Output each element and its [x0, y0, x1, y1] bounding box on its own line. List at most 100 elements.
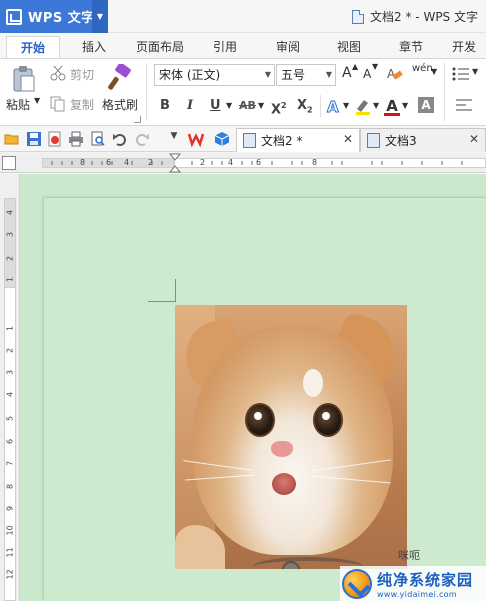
- font-size-select[interactable]: 五号 ▼: [276, 64, 336, 86]
- bullet-list-icon[interactable]: [452, 67, 470, 81]
- title-bar: WPS 文字 ▼ 文档2 * - WPS 文字: [0, 0, 486, 33]
- ruler-number: 4: [5, 391, 15, 398]
- strikethrough-button[interactable]: AB: [239, 95, 256, 117]
- document-icon: [243, 133, 256, 148]
- ruler-number: 5: [5, 415, 15, 422]
- highlight-icon[interactable]: [354, 97, 372, 115]
- format-painter-icon[interactable]: [107, 64, 133, 92]
- undo-icon[interactable]: [112, 131, 128, 147]
- subscript-button[interactable]: X2: [297, 95, 313, 117]
- chevron-down-icon[interactable]: ▼: [472, 67, 478, 76]
- document-area[interactable]: 4 3 2 1 1 2 3 4 5 6 7 8 9 10 11 12 咪呃: [0, 174, 486, 601]
- doc-tab-active[interactable]: 文档2 * ✕: [236, 128, 360, 152]
- site-logo-url: www.yidaimei.com: [377, 589, 457, 599]
- doc-tab-inactive[interactable]: 文档3 ✕: [360, 128, 486, 152]
- tab-stop-selector[interactable]: [2, 156, 16, 170]
- ruler-number: 1: [5, 325, 15, 332]
- quick-access-toolbar: ▼ 文档2 * ✕ 文档3 ✕: [0, 126, 486, 152]
- text-effect-icon[interactable]: A: [326, 98, 342, 114]
- site-logo-text: 纯净系统家园 www.yidaimei.com: [377, 569, 473, 599]
- char-shading-icon[interactable]: A: [418, 97, 434, 113]
- menu-bar: 开始 插入 页面布局 引用 审阅 视图 章节 开发工: [0, 33, 486, 76]
- picture-eye-right: [313, 403, 343, 437]
- doc-tab-label: 文档2 *: [261, 134, 303, 148]
- inserted-cat-picture[interactable]: [175, 305, 407, 569]
- ruler-number: 8: [5, 483, 15, 490]
- paste-icon[interactable]: [10, 65, 38, 93]
- copy-button[interactable]: 复制: [70, 96, 94, 113]
- chevron-down-icon[interactable]: ▼: [431, 67, 437, 76]
- phonetic-guide-button[interactable]: wén: [412, 63, 433, 74]
- clipboard-launcher-icon[interactable]: [134, 116, 141, 123]
- tab-view[interactable]: 视图: [331, 36, 367, 59]
- tab-insert[interactable]: 插入: [76, 36, 112, 59]
- close-icon[interactable]: ✕: [343, 132, 353, 146]
- tab-review[interactable]: 审阅: [270, 36, 306, 59]
- underline-button[interactable]: U: [210, 95, 221, 117]
- font-family-select[interactable]: 宋体 (正文) ▼: [154, 64, 275, 86]
- chevron-down-icon[interactable]: ▼: [373, 101, 379, 110]
- format-painter-button[interactable]: 格式刷: [102, 96, 138, 113]
- font-color-icon[interactable]: A: [384, 96, 400, 116]
- chevron-down-icon[interactable]: ▼: [92, 0, 108, 33]
- tab-references[interactable]: 引用: [207, 36, 243, 59]
- align-left-icon[interactable]: [456, 99, 472, 111]
- chevron-down-icon[interactable]: ▼: [258, 101, 264, 110]
- open-folder-icon[interactable]: [4, 131, 20, 147]
- print-icon[interactable]: [68, 131, 84, 147]
- superscript-exp: 2: [281, 101, 287, 110]
- ruler-number: 10: [5, 525, 15, 536]
- grow-arrow-icon: ▲: [352, 62, 359, 71]
- ruler-number: 12: [5, 569, 15, 580]
- picture-mouth: [272, 473, 296, 495]
- font-family-value: 宋体 (正文): [159, 68, 221, 82]
- tab-page-layout[interactable]: 页面布局: [130, 36, 190, 59]
- italic-button[interactable]: I: [187, 95, 193, 117]
- chevron-down-icon[interactable]: ▼: [402, 101, 408, 110]
- paste-dropdown-icon[interactable]: ▼: [34, 96, 40, 105]
- tab-developer[interactable]: 开发工: [446, 36, 486, 76]
- window-title: 文档2 * - WPS 文字: [352, 8, 478, 25]
- subscript-exp: 2: [307, 105, 313, 115]
- vertical-ruler[interactable]: 4 3 2 1 1 2 3 4 5 6 7 8 9 10 11 12: [0, 174, 20, 601]
- copy-icon: [50, 96, 66, 112]
- cut-button[interactable]: 剪切: [70, 66, 94, 83]
- print-preview-icon[interactable]: [90, 131, 106, 147]
- superscript-button[interactable]: X2: [271, 95, 287, 117]
- clear-format-icon[interactable]: A: [386, 65, 404, 83]
- customize-toolbar-icon[interactable]: ▼: [166, 131, 182, 147]
- horizontal-ruler[interactable]: 8 6 4 2 2 4 6 8: [0, 153, 486, 173]
- svg-text:A: A: [387, 67, 396, 81]
- redo-icon[interactable]: [134, 131, 150, 147]
- subscript-x: X: [297, 98, 308, 113]
- document-icon: [367, 133, 380, 148]
- ruler-number: 1: [5, 276, 15, 283]
- cube-icon[interactable]: [214, 131, 230, 147]
- bold-button[interactable]: B: [160, 95, 170, 117]
- shrink-font-button[interactable]: A: [363, 67, 371, 81]
- close-icon[interactable]: ✕: [469, 132, 479, 146]
- chevron-down-icon: ▼: [264, 70, 271, 79]
- picture-nose: [271, 441, 293, 457]
- document-icon: [352, 9, 365, 24]
- chevron-down-icon[interactable]: ▼: [226, 101, 232, 110]
- ribbon: 粘贴 ▼ 剪切 复制 格式刷 宋体 (正文) ▼ 五号 ▼ A ▲ A ▼ A …: [0, 58, 486, 126]
- picture-whisker: [185, 474, 255, 481]
- app-menu-button[interactable]: WPS 文字 ▼: [0, 0, 108, 33]
- wps-w-icon[interactable]: [187, 131, 205, 148]
- paste-button[interactable]: 粘贴: [6, 96, 30, 113]
- tab-chapter[interactable]: 章节: [393, 36, 429, 59]
- indent-marker-icon[interactable]: [169, 153, 181, 173]
- save-icon[interactable]: [26, 131, 42, 147]
- chevron-down-icon[interactable]: ▼: [343, 101, 349, 110]
- tab-home[interactable]: 开始: [6, 36, 60, 59]
- grow-font-button[interactable]: A: [342, 65, 352, 81]
- picture-whisker: [311, 475, 391, 484]
- site-logo-name: 纯净系统家园: [377, 570, 474, 589]
- font-size-value: 五号: [281, 68, 306, 82]
- picture-paw: [175, 525, 225, 569]
- export-pdf-icon[interactable]: [47, 131, 63, 147]
- svg-text:A: A: [327, 98, 339, 114]
- ruler-number: 2: [5, 255, 15, 262]
- ruler-number: 2: [5, 347, 15, 354]
